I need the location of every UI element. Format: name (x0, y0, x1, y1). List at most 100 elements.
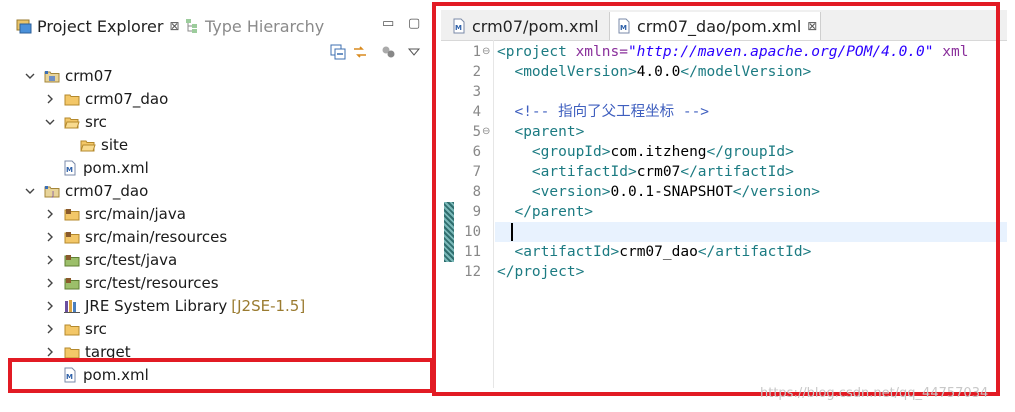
tree-item-label: crm07_dao (65, 181, 149, 200)
tree-item-crm07-dao-pom[interactable]: M pom.xml (62, 363, 149, 386)
chevron-right-icon[interactable] (42, 298, 58, 314)
line-number: 12 (464, 264, 481, 280)
line-number: 6 (472, 144, 481, 160)
code-line-7: <artifactId>crm07</artifactId> (497, 162, 794, 182)
chevron-right-icon[interactable] (42, 321, 58, 337)
chevron-right-icon[interactable] (42, 275, 58, 291)
explorer-toolbar (320, 44, 430, 64)
xml-tag: </artifactId> (697, 244, 812, 260)
chevron-right-icon[interactable] (42, 206, 58, 222)
tree-item-crm07[interactable]: crm07 (22, 64, 113, 87)
line-number: 7 (472, 164, 481, 180)
close-icon[interactable]: ⊠ (807, 19, 817, 33)
tree-item-label: target (85, 342, 131, 361)
line-number: 2 (472, 64, 481, 80)
svg-text:M: M (620, 24, 627, 32)
tree-item-src-main-resources[interactable]: src/main/resources (42, 225, 227, 248)
tree-item-crm07-dao-folder[interactable]: crm07_dao (42, 87, 168, 110)
code-area[interactable]: 1 2 3 4 5 6 7 8 9 10 11 12 ⊖ ⊖ <project … (441, 40, 1007, 388)
code-line-6: <groupId>com.itzheng</groupId> (497, 142, 794, 162)
xml-tag: </project> (497, 264, 585, 280)
tree-item-label: src/test/java (85, 250, 178, 269)
line-number: 1 (472, 44, 481, 60)
editor-tab-crm07-pom[interactable]: M crm07/pom.xml (445, 12, 609, 40)
tree-item-src-test-java[interactable]: src/test/java (42, 248, 177, 271)
tree-item-crm07-pom[interactable]: M pom.xml (62, 156, 149, 179)
code-line-5: <parent> (497, 122, 584, 142)
xml-text: crm07_dao (619, 244, 698, 260)
chevron-right-icon[interactable] (42, 252, 58, 268)
code-line-9: </parent> (497, 202, 593, 222)
project-explorer-view: Project Explorer ⊠ Type Hierarchy ▭ ▢ cr… (0, 0, 434, 412)
project-explorer-icon (16, 18, 32, 34)
chevron-down-icon[interactable] (42, 114, 58, 130)
source-folder-icon (64, 229, 80, 245)
xml-tag: </groupId> (706, 144, 794, 160)
fold-collapse-icon[interactable]: ⊖ (482, 42, 492, 62)
tree-item-jre-system-library[interactable]: JRE System Library [J2SE-1.5] (42, 294, 305, 317)
tree-item-label: src (85, 112, 107, 131)
code-line-2: <modelVersion>4.0.0</modelVersion> (497, 62, 811, 82)
editor-tab-bar: M crm07/pom.xml M crm07_dao/pom.xml ⊠ (441, 10, 1007, 41)
xml-attribute: xml (933, 44, 969, 60)
tab-project-explorer-label: Project Explorer (37, 16, 164, 36)
type-hierarchy-icon (184, 18, 200, 34)
xml-tag: <version> (531, 184, 611, 200)
line-number: 11 (464, 244, 481, 260)
fold-collapse-icon[interactable]: ⊖ (482, 122, 492, 142)
test-source-folder-icon (64, 275, 80, 291)
tab-project-explorer[interactable]: Project Explorer ⊠ (16, 14, 180, 38)
xml-text: 4.0.0 (636, 64, 681, 80)
tree-item-src-folder[interactable]: src (42, 317, 107, 340)
maximize-icon[interactable]: ▢ (408, 16, 420, 31)
code-line-8: <version>0.0.1-SNAPSHOT</version> (497, 182, 820, 202)
tree-item-src-test-resources[interactable]: src/test/resources (42, 271, 219, 294)
explorer-tab-bar: Project Explorer ⊠ Type Hierarchy ▭ ▢ (10, 10, 430, 42)
xml-editor: M crm07/pom.xml M crm07_dao/pom.xml ⊠ 1 … (433, 0, 1015, 412)
test-source-folder-icon (64, 252, 80, 268)
current-line-highlight (495, 222, 1007, 242)
code-line-11: <artifactId>crm07_dao</artifactId> (497, 242, 811, 262)
tree-item-crm07-dao-project[interactable]: J crm07_dao (22, 179, 148, 202)
xml-text: crm07 (636, 164, 681, 180)
filter-icon[interactable] (380, 44, 396, 60)
xml-string: "http://maven.apache.org/POM/4.0.0" (627, 44, 934, 60)
tree-item-src-main-java[interactable]: src/main/java (42, 202, 186, 225)
chevron-down-icon[interactable] (22, 68, 38, 84)
link-with-editor-icon[interactable] (352, 44, 368, 60)
tab-type-hierarchy-label: Type Hierarchy (205, 16, 325, 36)
open-folder-icon (64, 114, 80, 130)
xml-tag: <groupId> (531, 144, 611, 160)
tree-item-label: src (85, 319, 107, 338)
watermark: https://blog.csdn.net/qq_44757034 (760, 386, 989, 401)
tree-item-label: src/test/resources (85, 273, 219, 292)
xml-tag: <project (497, 44, 567, 60)
chevron-right-icon[interactable] (42, 229, 58, 245)
svg-text:M: M (66, 373, 73, 381)
maven-pom-file-icon: M (62, 367, 78, 383)
code-line-12: </project> (497, 262, 584, 282)
maven-project-icon: J (44, 183, 60, 199)
tree-item-label: src/main/java (85, 204, 186, 223)
tree-item-target-folder[interactable]: target (42, 340, 131, 363)
close-icon[interactable]: ⊠ (169, 19, 179, 33)
folder-icon (64, 321, 80, 337)
xml-tag: <artifactId> (514, 244, 620, 260)
xml-tag: </version> (732, 184, 821, 200)
tree-item-site-folder[interactable]: site (80, 133, 128, 156)
folder-icon (64, 344, 80, 360)
maven-pom-file-icon: M (62, 160, 78, 176)
chevron-right-icon[interactable] (42, 91, 58, 107)
chevron-down-icon[interactable] (22, 183, 38, 199)
tree-item-src-folder[interactable]: src (42, 110, 107, 133)
minimize-icon[interactable]: ▭ (382, 16, 394, 31)
chevron-right-icon[interactable] (42, 344, 58, 360)
gutter-divider (493, 40, 494, 388)
xml-tag: </parent> (514, 204, 594, 220)
collapse-all-icon[interactable] (330, 44, 346, 60)
editor-tab-crm07-dao-pom[interactable]: M crm07_dao/pom.xml ⊠ (609, 12, 821, 40)
code-line-1: <project xmlns="http://maven.apache.org/… (497, 42, 968, 62)
tab-type-hierarchy[interactable]: Type Hierarchy (184, 14, 324, 38)
view-menu-icon[interactable] (406, 44, 422, 60)
source-folder-icon (64, 206, 80, 222)
